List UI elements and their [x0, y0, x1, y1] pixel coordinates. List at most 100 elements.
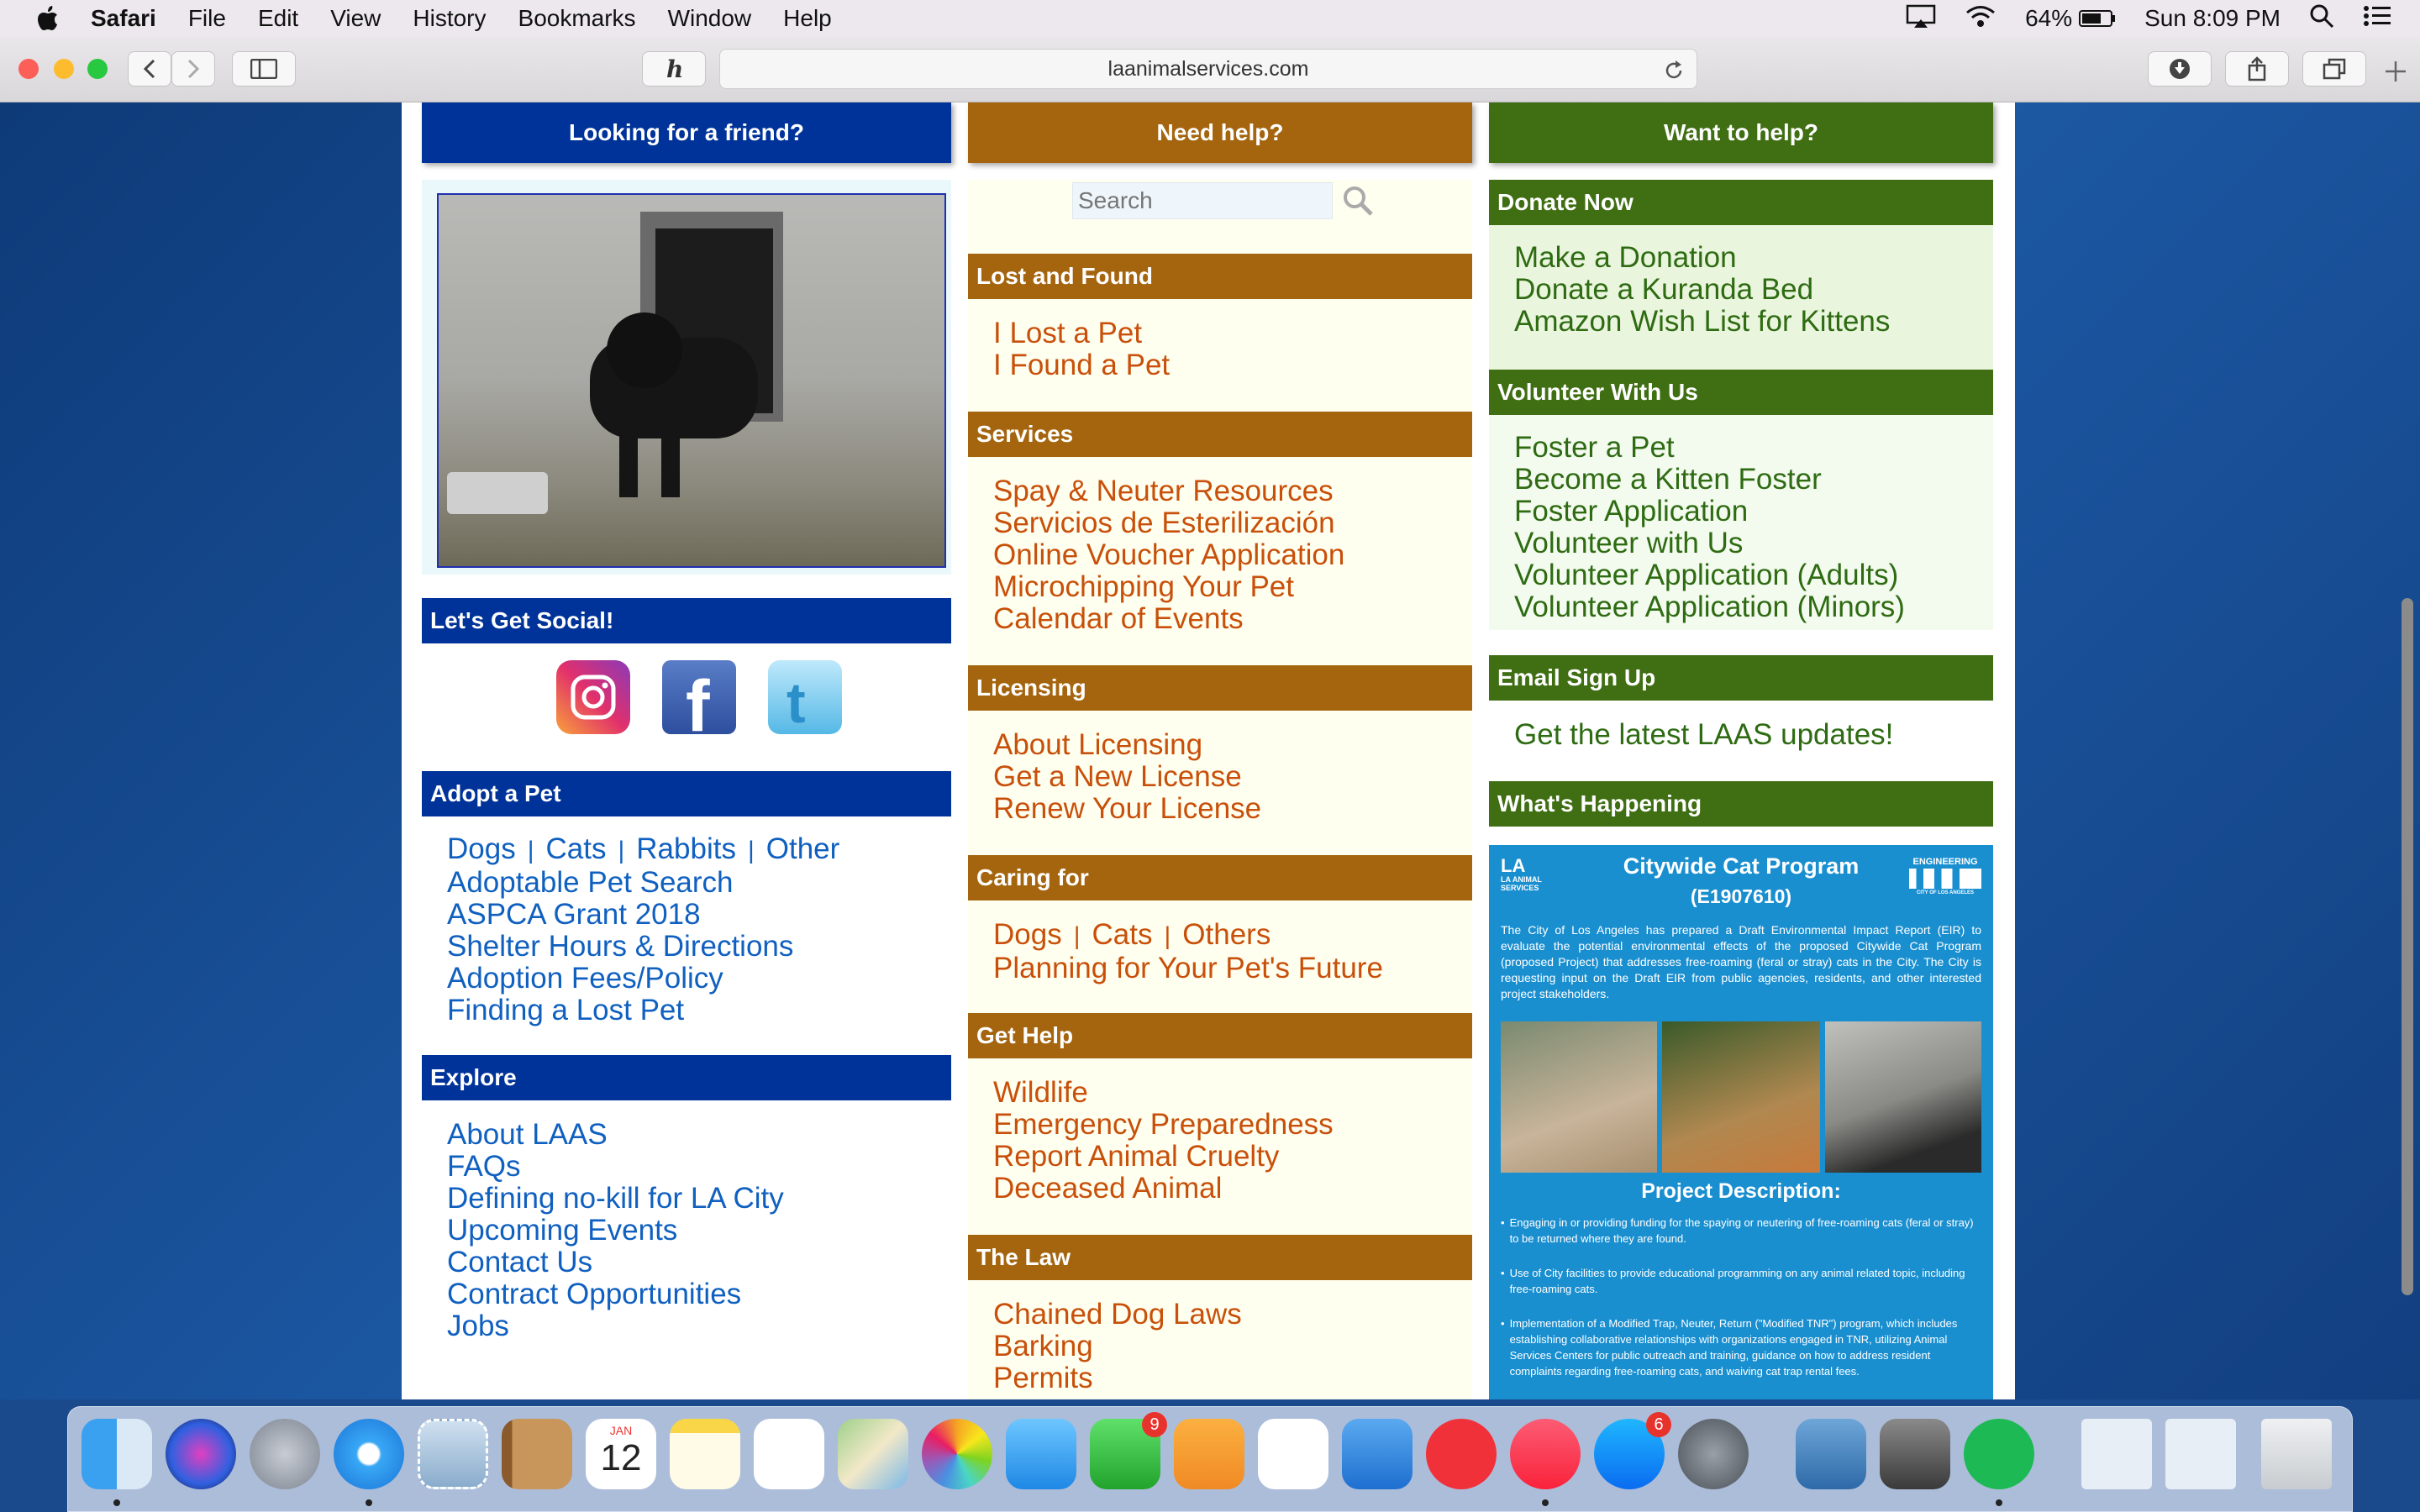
link-foster-application[interactable]: Foster Application: [1514, 496, 1905, 528]
link-jobs[interactable]: Jobs: [447, 1310, 784, 1342]
link-deceased-animal[interactable]: Deceased Animal: [993, 1173, 1334, 1205]
link-adoption-fees[interactable]: Adoption Fees/Policy: [447, 963, 839, 995]
link-chained-dog-laws[interactable]: Chained Dog Laws: [993, 1299, 1242, 1331]
link-report-cruelty[interactable]: Report Animal Cruelty: [993, 1141, 1334, 1173]
forward-button[interactable]: [171, 51, 215, 87]
link-adopt-rabbits[interactable]: Rabbits: [636, 832, 736, 865]
link-wildlife[interactable]: Wildlife: [993, 1077, 1334, 1109]
address-bar[interactable]: laanimalservices.com: [719, 49, 1697, 89]
header-need-help[interactable]: Need help?: [968, 102, 1472, 163]
link-kitten-foster[interactable]: Become a Kitten Foster: [1514, 464, 1905, 496]
link-contract-opportunities[interactable]: Contract Opportunities: [447, 1278, 784, 1310]
finder-icon[interactable]: [82, 1419, 152, 1506]
link-microchipping[interactable]: Microchipping Your Pet: [993, 571, 1344, 603]
downloads-button[interactable]: [2148, 51, 2212, 87]
link-faqs[interactable]: FAQs: [447, 1151, 784, 1183]
menu-app-safari[interactable]: Safari: [91, 5, 156, 32]
link-about-licensing[interactable]: About Licensing: [993, 729, 1261, 761]
maps-icon[interactable]: [838, 1419, 908, 1489]
siri-icon[interactable]: [166, 1419, 236, 1489]
system-preferences-icon[interactable]: [1678, 1419, 1749, 1489]
search-icon[interactable]: [1341, 184, 1375, 218]
featured-pet-photo[interactable]: [437, 193, 946, 568]
link-volunteer-adults[interactable]: Volunteer Application (Adults): [1514, 559, 1905, 591]
link-adopt-other[interactable]: Other: [766, 832, 840, 865]
keynote-icon[interactable]: [1342, 1419, 1413, 1489]
link-servicios-esterilizacion[interactable]: Servicios de Esterilización: [993, 507, 1344, 539]
link-latest-updates[interactable]: Get the latest LAAS updates!: [1514, 719, 1893, 751]
link-spay-neuter[interactable]: Spay & Neuter Resources: [993, 475, 1344, 507]
link-new-license[interactable]: Get a New License: [993, 761, 1261, 793]
link-about-laas[interactable]: About LAAS: [447, 1119, 784, 1151]
link-volunteer-minors[interactable]: Volunteer Application (Minors): [1514, 591, 1905, 623]
link-adopt-cats[interactable]: Cats: [546, 832, 607, 865]
safari-window-thumbnail-1[interactable]: [2081, 1419, 2152, 1489]
link-caring-dogs[interactable]: Dogs: [993, 918, 1062, 951]
reload-icon[interactable]: [1663, 60, 1685, 81]
trash-icon[interactable]: [2261, 1419, 2332, 1489]
link-calendar-events[interactable]: Calendar of Events: [993, 603, 1344, 635]
new-tab-button[interactable]: [2383, 59, 2408, 84]
link-amazon-wish-list[interactable]: Amazon Wish List for Kittens: [1514, 306, 1890, 338]
mail-stamp-icon[interactable]: [418, 1419, 488, 1489]
link-aspca-grant[interactable]: ASPCA Grant 2018: [447, 899, 839, 931]
facebook-icon[interactable]: f: [662, 660, 736, 734]
link-caring-cats[interactable]: Cats: [1092, 918, 1153, 951]
close-window-button[interactable]: [18, 59, 39, 79]
news-icon[interactable]: [1426, 1419, 1497, 1489]
tabs-overview-button[interactable]: [2302, 51, 2366, 87]
minimize-window-button[interactable]: [54, 59, 74, 79]
extension-button[interactable]: h: [642, 51, 706, 87]
music-icon[interactable]: [1510, 1419, 1581, 1506]
numbers-icon[interactable]: [1258, 1419, 1328, 1489]
battery-status[interactable]: 64%: [2025, 5, 2116, 32]
link-permits[interactable]: Permits: [993, 1362, 1242, 1394]
share-button[interactable]: [2225, 51, 2289, 87]
facetime-icon[interactable]: 9: [1090, 1412, 1167, 1489]
header-want-to-help[interactable]: Want to help?: [1489, 102, 1993, 163]
launchpad-icon[interactable]: [250, 1419, 320, 1489]
link-finding-lost-pet[interactable]: Finding a Lost Pet: [447, 995, 839, 1026]
link-shelter-hours[interactable]: Shelter Hours & Directions: [447, 931, 839, 963]
menu-bookmarks[interactable]: Bookmarks: [518, 5, 636, 32]
link-planning-future[interactable]: Planning for Your Pet's Future: [993, 953, 1383, 984]
link-i-found-pet[interactable]: I Found a Pet: [993, 349, 1170, 381]
link-emergency-preparedness[interactable]: Emergency Preparedness: [993, 1109, 1334, 1141]
link-adopt-dogs[interactable]: Dogs: [447, 832, 516, 865]
twitter-icon[interactable]: t: [768, 660, 842, 734]
menu-edit[interactable]: Edit: [258, 5, 298, 32]
scrollbar-thumb[interactable]: [2402, 598, 2413, 1295]
link-i-lost-pet[interactable]: I Lost a Pet: [993, 318, 1170, 349]
link-online-voucher[interactable]: Online Voucher Application: [993, 539, 1344, 571]
link-volunteer-with-us[interactable]: Volunteer with Us: [1514, 528, 1905, 559]
apple-menu-icon[interactable]: [35, 4, 60, 33]
safari-icon[interactable]: [334, 1419, 404, 1506]
instagram-icon[interactable]: [556, 660, 630, 734]
link-adoptable-pet-search[interactable]: Adoptable Pet Search: [447, 867, 839, 899]
notes-icon[interactable]: [670, 1419, 740, 1489]
link-caring-others[interactable]: Others: [1182, 918, 1270, 951]
app-store-icon[interactable]: 6: [1594, 1412, 1671, 1489]
link-kuranda-bed[interactable]: Donate a Kuranda Bed: [1514, 274, 1890, 306]
link-upcoming-events[interactable]: Upcoming Events: [447, 1215, 784, 1247]
menu-history[interactable]: History: [413, 5, 486, 32]
preview-icon[interactable]: [1796, 1419, 1866, 1489]
spotlight-search-icon[interactable]: [2309, 3, 2334, 34]
spotify-icon[interactable]: [1964, 1419, 2034, 1506]
messages-icon[interactable]: [1006, 1419, 1076, 1489]
photos-icon[interactable]: [922, 1419, 992, 1489]
search-input[interactable]: [1072, 182, 1333, 219]
menu-view[interactable]: View: [330, 5, 381, 32]
back-button[interactable]: [128, 51, 171, 87]
menu-file[interactable]: File: [188, 5, 226, 32]
menu-window[interactable]: Window: [668, 5, 752, 32]
wifi-icon[interactable]: [1965, 3, 1996, 34]
contacts-icon[interactable]: [502, 1419, 572, 1489]
link-renew-license[interactable]: Renew Your License: [993, 793, 1261, 825]
reminders-icon[interactable]: [754, 1419, 824, 1489]
link-contact-us[interactable]: Contact Us: [447, 1247, 784, 1278]
link-defining-no-kill[interactable]: Defining no-kill for LA City: [447, 1183, 784, 1215]
calculator-icon[interactable]: [1880, 1419, 1950, 1489]
safari-window-thumbnail-2[interactable]: [2165, 1419, 2236, 1489]
clock[interactable]: Sun 8:09 PM: [2144, 5, 2281, 32]
